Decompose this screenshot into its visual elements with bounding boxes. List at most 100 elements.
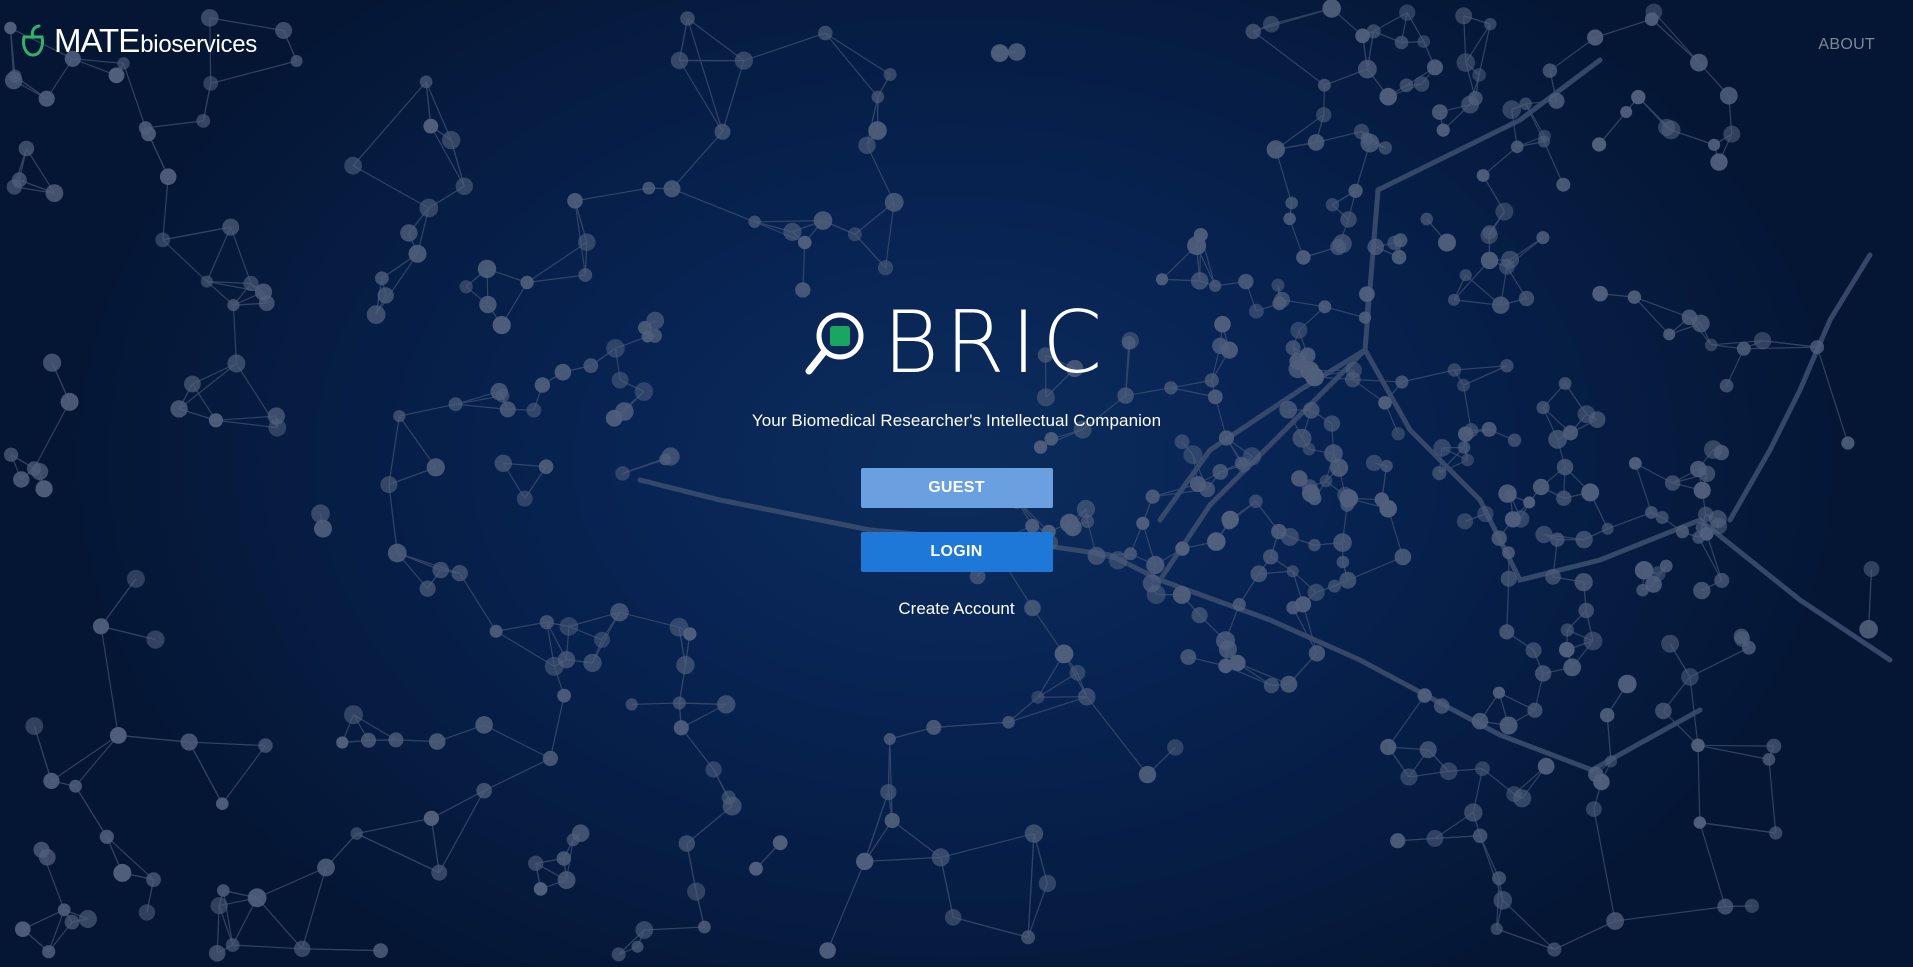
network-node bbox=[344, 156, 362, 175]
network-node bbox=[442, 130, 461, 150]
network-node bbox=[883, 733, 896, 745]
network-node bbox=[1379, 87, 1397, 106]
network-node bbox=[18, 140, 35, 157]
network-node bbox=[1604, 755, 1618, 768]
network-node bbox=[1464, 803, 1483, 822]
network-node bbox=[1414, 76, 1430, 92]
network-node bbox=[42, 945, 56, 959]
network-node bbox=[1380, 738, 1397, 756]
network-node bbox=[1501, 250, 1520, 269]
network-node bbox=[944, 909, 962, 926]
network-node bbox=[1420, 212, 1433, 226]
network-node bbox=[475, 716, 493, 734]
network-node bbox=[1492, 871, 1506, 886]
network-edge bbox=[631, 702, 680, 705]
network-node bbox=[155, 232, 171, 248]
network-node bbox=[1492, 686, 1506, 699]
network-node bbox=[1419, 741, 1437, 759]
network-edge bbox=[866, 145, 895, 203]
network-node bbox=[544, 656, 564, 676]
network-node bbox=[1263, 677, 1280, 694]
network-node bbox=[1317, 78, 1331, 92]
network-node bbox=[1461, 95, 1480, 114]
network-node bbox=[350, 827, 364, 840]
network-node bbox=[858, 136, 876, 154]
network-node bbox=[625, 698, 638, 711]
network-node bbox=[883, 68, 897, 81]
network-edge bbox=[302, 948, 381, 952]
network-node bbox=[714, 123, 731, 140]
network-edge bbox=[1479, 835, 1504, 901]
network-node bbox=[884, 812, 900, 829]
network-node bbox=[108, 67, 125, 84]
network-node bbox=[431, 864, 448, 881]
network-edge bbox=[188, 741, 223, 804]
network-node bbox=[1559, 641, 1575, 658]
network-node bbox=[676, 655, 695, 675]
create-account-link[interactable]: Create Account bbox=[898, 599, 1014, 619]
network-node bbox=[243, 275, 259, 292]
network-node bbox=[1353, 123, 1370, 140]
network-edge bbox=[100, 626, 119, 736]
network-node bbox=[871, 90, 885, 104]
network-node bbox=[1296, 250, 1311, 265]
network-node bbox=[798, 235, 812, 250]
network-node bbox=[375, 271, 389, 286]
network-node bbox=[1390, 833, 1406, 849]
network-node bbox=[408, 244, 427, 263]
network-node bbox=[1002, 715, 1015, 729]
network-node bbox=[1209, 279, 1222, 292]
network-node bbox=[1438, 233, 1456, 252]
network-node bbox=[1547, 942, 1562, 957]
network-node bbox=[400, 224, 418, 242]
network-node bbox=[880, 784, 897, 801]
network-node bbox=[1620, 106, 1633, 118]
mate-bioservices-logo[interactable]: MATE bioservices bbox=[18, 24, 257, 58]
network-node bbox=[1535, 665, 1552, 682]
network-node bbox=[578, 268, 593, 282]
about-link[interactable]: ABOUT bbox=[1818, 36, 1875, 54]
network-node bbox=[1723, 125, 1741, 143]
network-edge bbox=[1554, 920, 1616, 951]
network-edge bbox=[301, 867, 327, 949]
network-edge bbox=[1008, 696, 1087, 723]
network-edge bbox=[430, 818, 440, 873]
guest-button[interactable]: GUEST bbox=[860, 468, 1053, 508]
network-edge bbox=[671, 131, 723, 190]
network-node bbox=[670, 51, 689, 70]
network-node bbox=[1691, 738, 1705, 753]
network-node bbox=[1417, 688, 1432, 703]
network-edge bbox=[864, 856, 941, 862]
network-edge bbox=[1699, 822, 1726, 907]
network-node bbox=[419, 198, 439, 218]
network-edge bbox=[933, 721, 1009, 728]
network-edge bbox=[74, 785, 108, 838]
brand-sub-text: bioservices bbox=[140, 31, 257, 58]
network-node bbox=[594, 631, 610, 648]
network-edge bbox=[824, 32, 891, 76]
network-edge bbox=[940, 833, 1035, 858]
network-node bbox=[1367, 238, 1384, 256]
network-node bbox=[336, 736, 349, 749]
network-edge bbox=[1651, 18, 1700, 64]
network-node bbox=[1618, 674, 1637, 694]
network-edge bbox=[721, 60, 745, 132]
network-edge bbox=[940, 857, 954, 918]
network-node bbox=[1216, 631, 1235, 651]
network-node bbox=[1495, 202, 1514, 221]
network-node bbox=[92, 618, 110, 635]
network-node bbox=[1484, 17, 1497, 31]
network-node bbox=[717, 695, 736, 714]
network-node bbox=[459, 280, 473, 294]
network-node bbox=[1167, 739, 1184, 756]
network-node bbox=[1439, 762, 1458, 781]
network-node bbox=[1708, 138, 1721, 151]
network-node bbox=[926, 719, 942, 735]
network-node bbox=[1330, 239, 1347, 256]
network-node bbox=[1542, 63, 1558, 78]
network-node bbox=[1031, 690, 1045, 704]
network-node bbox=[1527, 702, 1543, 718]
login-button[interactable]: LOGIN bbox=[860, 532, 1053, 572]
network-node bbox=[146, 630, 165, 649]
network-node bbox=[373, 943, 388, 958]
